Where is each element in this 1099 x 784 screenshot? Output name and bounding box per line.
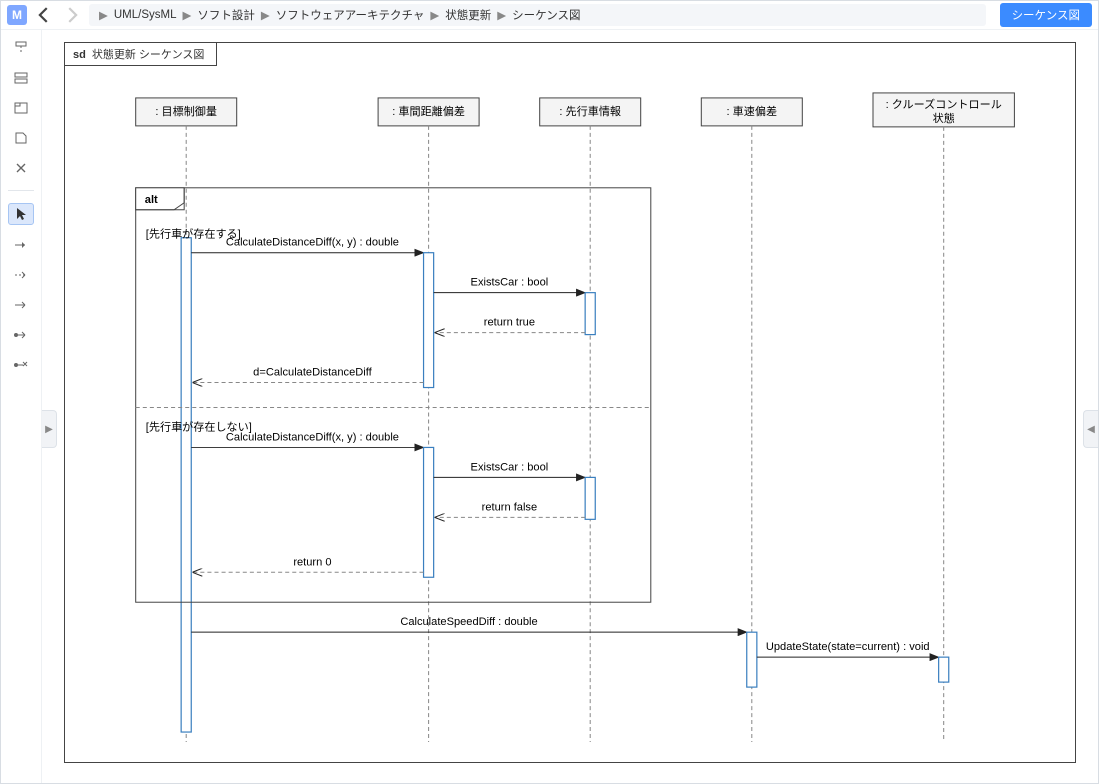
activation [747,632,757,687]
tool-found-message-icon[interactable] [9,325,33,345]
svg-text:ExistsCar : bool: ExistsCar : bool [471,461,549,473]
tool-delete-icon[interactable] [9,158,33,178]
svg-text:UpdateState(state=current) : v: UpdateState(state=current) : void [766,641,930,653]
activation [939,657,949,682]
tool-lost-message-icon[interactable] [9,355,33,375]
app-window: M ▶ UML/SysML ▶ ソフト設計 ▶ ソフトウェアアーキテクチャ ▶ … [0,0,1099,784]
tool-slot-icon[interactable] [9,68,33,88]
topbar: M ▶ UML/SysML ▶ ソフト設計 ▶ ソフトウェアアーキテクチャ ▶ … [1,1,1098,30]
svg-text:: 車間距離偏差: : 車間距離偏差 [392,104,465,118]
breadcrumb[interactable]: ▶ UML/SysML ▶ ソフト設計 ▶ ソフトウェアアーキテクチャ ▶ 状態… [89,4,986,26]
chevron-right-icon: ▶ [182,8,191,22]
tool-sync-message-icon[interactable] [9,235,33,255]
right-panel-expand-icon[interactable]: ◀ [1083,410,1098,448]
tool-async-message-icon[interactable] [9,295,33,315]
svg-text:: 先行車情報: : 先行車情報 [559,104,621,118]
tool-fragment-icon[interactable] [9,98,33,118]
breadcrumb-item[interactable]: シーケンス図 [512,7,580,23]
tool-sidebar [1,30,42,783]
tool-return-message-icon[interactable] [9,265,33,285]
svg-text:: 車速偏差: : 車速偏差 [727,104,778,118]
lifeline-2[interactable]: : 先行車情報 [540,98,641,742]
breadcrumb-item[interactable]: ソフトウェアアーキテクチャ [276,7,425,23]
activation [424,447,434,577]
tool-note-icon[interactable] [9,128,33,148]
activation [424,253,434,388]
breadcrumb-item[interactable]: 状態更新 [445,7,491,23]
body: ▶ ◀ sd状態更新 シーケンス図 : 目標制御量 [1,30,1098,783]
chevron-right-icon: ▶ [261,8,270,22]
sequence-diagram[interactable]: : 目標制御量 : 車間距離偏差 : 先行車情報 [65,43,1075,762]
breadcrumb-item[interactable]: UML/SysML [114,9,177,21]
nav-forward-button[interactable] [61,4,83,26]
lifeline-1[interactable]: : 車間距離偏差 [378,98,479,742]
svg-text:d=CalculateDistanceDiff: d=CalculateDistanceDiff [253,367,372,379]
app-icon: M [7,5,27,25]
svg-text:CalculateDistanceDiff(x, y) :: CalculateDistanceDiff(x, y) : double [226,431,399,443]
svg-text:CalculateSpeedDiff : double: CalculateSpeedDiff : double [400,616,537,628]
diagram-type-pill[interactable]: シーケンス図 [1000,3,1092,27]
canvas-area: ▶ ◀ sd状態更新 シーケンス図 : 目標制御量 [42,30,1098,783]
chevron-right-icon: ▶ [430,8,439,22]
tool-pointer-icon[interactable] [8,203,34,225]
svg-text:ExistsCar : bool: ExistsCar : bool [471,277,549,289]
svg-text:return 0: return 0 [293,556,331,568]
activation [585,293,595,335]
svg-text:CalculateDistanceDiff(x, y) :: CalculateDistanceDiff(x, y) : double [226,237,399,249]
tool-lifeline-icon[interactable] [9,38,33,58]
svg-text:return true: return true [484,317,535,329]
alt-fragment[interactable]: alt [先行車が存在する] [先行車が存在しない] [136,188,651,602]
left-panel-expand-icon[interactable]: ▶ [42,410,57,448]
svg-text:return false: return false [482,501,537,513]
divider [8,190,34,191]
nav-back-button[interactable] [33,4,55,26]
diagram-frame[interactable]: sd状態更新 シーケンス図 : 目標制御量 : 車 [64,42,1076,763]
activation [181,238,191,732]
chevron-right-icon: ▶ [99,8,108,22]
breadcrumb-item[interactable]: ソフト設計 [197,7,255,23]
svg-text:: 目標制御量: : 目標制御量 [155,104,217,118]
svg-text:状態: 状態 [933,111,955,125]
svg-text:alt: alt [145,194,158,206]
activation [585,477,595,519]
svg-text:: クルーズコントロール: : クルーズコントロール [886,97,1002,111]
chevron-right-icon: ▶ [497,8,506,22]
